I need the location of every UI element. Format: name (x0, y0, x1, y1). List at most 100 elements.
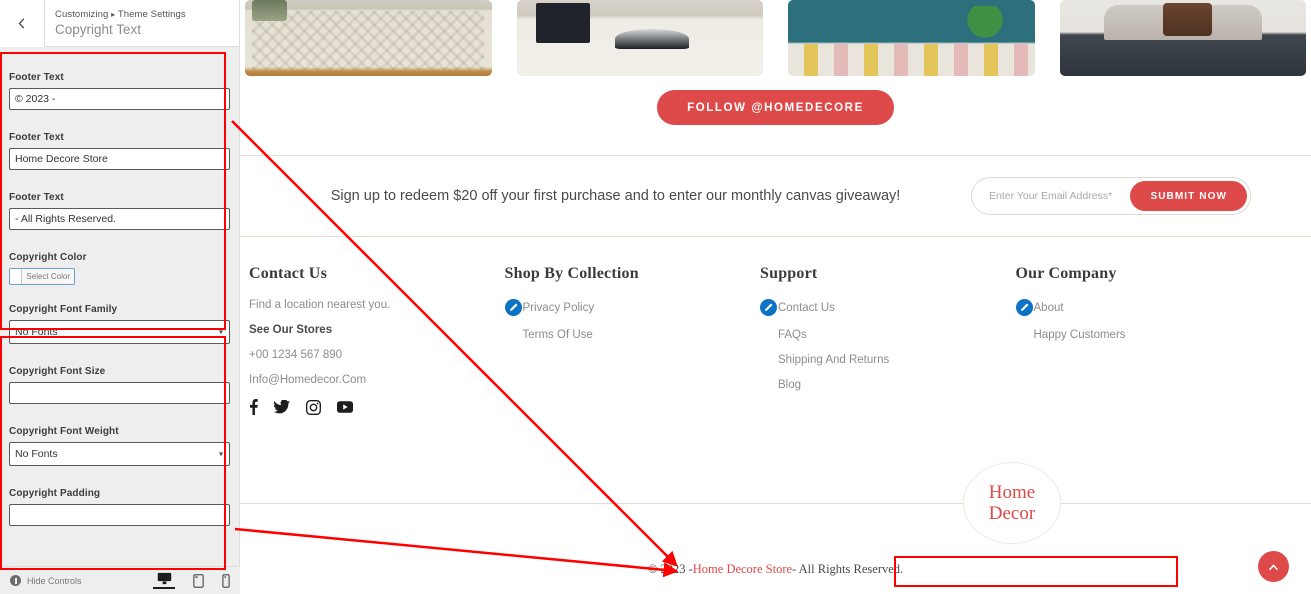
device-desktop-button[interactable] (153, 572, 175, 590)
list-item-label: Privacy Policy (522, 301, 595, 314)
submit-now-button[interactable]: SUBMIT NOW (1130, 181, 1247, 211)
breadcrumb-parent: Theme Settings (117, 9, 186, 20)
color-swatch[interactable] (10, 269, 23, 284)
scroll-to-top-button[interactable] (1258, 551, 1289, 582)
site-preview: FOLLOW @HOMEDECORE Sign up to redeem $20… (240, 0, 1311, 594)
column-title: Contact Us (249, 265, 327, 282)
footer-column-support: Support Contact Us FAQs Shipping And Ret… (760, 265, 1016, 415)
hide-controls-button[interactable]: Hide Controls (10, 575, 82, 586)
chevron-up-icon (1268, 563, 1279, 570)
field-label: Copyright Padding (9, 488, 101, 499)
footer-column-shop-by-collection: Shop By Collection Privacy Policy Terms … (504, 265, 761, 415)
font-family-select-wrap: No Fonts ▾ (9, 320, 230, 344)
instagram-icon[interactable] (306, 399, 321, 415)
youtube-icon[interactable] (337, 401, 353, 413)
instagram-gallery (240, 0, 1311, 76)
facebook-icon[interactable] (249, 399, 258, 415)
footer-text-input-1[interactable] (9, 88, 230, 110)
panel-title: Copyright Text (55, 22, 142, 37)
customizer-header-text: Customizing ▸ Theme Settings Copyright T… (45, 9, 186, 37)
column-title: Support (760, 265, 818, 282)
device-mobile-button[interactable] (222, 573, 230, 588)
newsletter-form: SUBMIT NOW (971, 177, 1251, 215)
column-title: Shop By Collection (504, 265, 639, 282)
list-item[interactable]: Blog (760, 379, 996, 391)
edit-pencil-icon[interactable] (760, 299, 777, 316)
copyright-text-panel: Footer Text Footer Text Footer Text Copy… (0, 47, 239, 285)
field-footer-text-1: Footer Text (0, 47, 239, 110)
list-item[interactable]: About (1015, 299, 1252, 316)
customizer-footer-bar: Hide Controls (0, 566, 240, 594)
device-preview-group (153, 572, 230, 590)
customizer-header: Customizing ▸ Theme Settings Copyright T… (0, 0, 239, 47)
divider-logo (240, 503, 1311, 504)
field-label: Copyright Font Size (9, 366, 106, 377)
field-footer-text-2: Footer Text (0, 110, 239, 170)
field-label: Copyright Font Weight (9, 426, 119, 437)
copyright-text: © 2023 -Home Decore Store- All Rights Re… (648, 562, 903, 577)
list-item-label: About (1033, 301, 1064, 314)
tablet-icon (193, 573, 204, 588)
list-item[interactable]: Contact Us (760, 299, 996, 316)
footer-text-input-2[interactable] (9, 148, 230, 170)
list-item[interactable]: Info@Homedecor.Com (249, 374, 485, 386)
font-family-select[interactable]: No Fonts (9, 320, 230, 344)
list-item[interactable]: Privacy Policy (504, 299, 741, 316)
field-label: Copyright Color (9, 252, 87, 263)
field-label: Footer Text (9, 192, 64, 203)
field-label: Footer Text (9, 72, 64, 83)
desktop-icon (157, 572, 171, 584)
font-weight-select[interactable]: No Fonts (9, 442, 230, 466)
copyright-bar: © 2023 -Home Decore Store- All Rights Re… (240, 545, 1311, 594)
field-footer-text-3: Footer Text (0, 170, 239, 230)
rug-photo-dark-dining[interactable] (1059, 0, 1306, 76)
padding-input[interactable] (9, 504, 230, 526)
field-font-size: Copyright Font Size (0, 344, 239, 404)
footer-columns: Contact Us Find a location nearest you. … (240, 237, 1311, 415)
list-item[interactable]: FAQs (760, 329, 996, 341)
hide-controls-icon (10, 575, 21, 586)
back-button[interactable] (0, 0, 45, 47)
twitter-icon[interactable] (274, 400, 290, 414)
active-indicator (153, 586, 175, 590)
customizer-sidebar: Customizing ▸ Theme Settings Copyright T… (0, 0, 240, 594)
breadcrumb[interactable]: Customizing ▸ Theme Settings (55, 9, 186, 20)
field-font-weight: Copyright Font Weight No Fonts ▾ (0, 404, 239, 466)
rug-photo-living-room-table[interactable] (516, 0, 763, 76)
hide-controls-label: Hide Controls (27, 575, 82, 586)
chevron-left-icon (18, 17, 24, 29)
field-padding: Copyright Padding (0, 466, 239, 526)
list-item[interactable]: Shipping And Returns (760, 354, 996, 366)
list-item[interactable]: Terms Of Use (505, 329, 741, 341)
rug-photo-cream-patterned[interactable] (245, 0, 492, 76)
font-size-input[interactable] (9, 382, 230, 404)
list-item[interactable]: +00 1234 567 890 (249, 349, 485, 361)
list-item[interactable]: See Our Stores (249, 324, 485, 336)
edit-pencil-icon[interactable] (1015, 299, 1033, 316)
site-logo[interactable]: Home Decor (963, 462, 1061, 544)
list-item[interactable]: Happy Customers (1016, 329, 1252, 341)
device-tablet-button[interactable] (193, 573, 204, 588)
field-label: Footer Text (9, 132, 64, 143)
rug-photo-striped-teal-wall[interactable] (788, 0, 1035, 76)
breadcrumb-root: Customizing (55, 9, 109, 20)
select-color-button[interactable]: Select Color (22, 269, 74, 284)
follow-instagram-button[interactable]: FOLLOW @HOMEDECORE (657, 90, 894, 125)
column-title: Our Company (1015, 265, 1117, 282)
field-copyright-color: Copyright Color Select Color (0, 230, 239, 285)
field-font-family: Copyright Font Family No Fonts ▾ (0, 304, 239, 344)
color-picker[interactable]: Select Color (9, 268, 75, 285)
footer-column-our-company: Our Company About Happy Customers (1015, 265, 1272, 415)
font-weight-select-wrap: No Fonts ▾ (9, 442, 230, 466)
logo-line-2: Decor (988, 503, 1036, 524)
copyright-suffix: - All Rights Reserved. (792, 562, 904, 576)
follow-button-wrap: FOLLOW @HOMEDECORE (240, 90, 1311, 125)
list-item[interactable]: Find a location nearest you. (249, 299, 485, 311)
copyright-brand: Home Decore Store (692, 562, 793, 576)
email-input[interactable] (975, 189, 1131, 203)
footer-text-input-3[interactable] (9, 208, 230, 230)
edit-pencil-icon[interactable] (504, 299, 522, 316)
copyright-prefix: © 2023 - (647, 562, 693, 576)
logo-line-1: Home (988, 482, 1036, 503)
breadcrumb-caret-icon: ▸ (111, 10, 116, 19)
